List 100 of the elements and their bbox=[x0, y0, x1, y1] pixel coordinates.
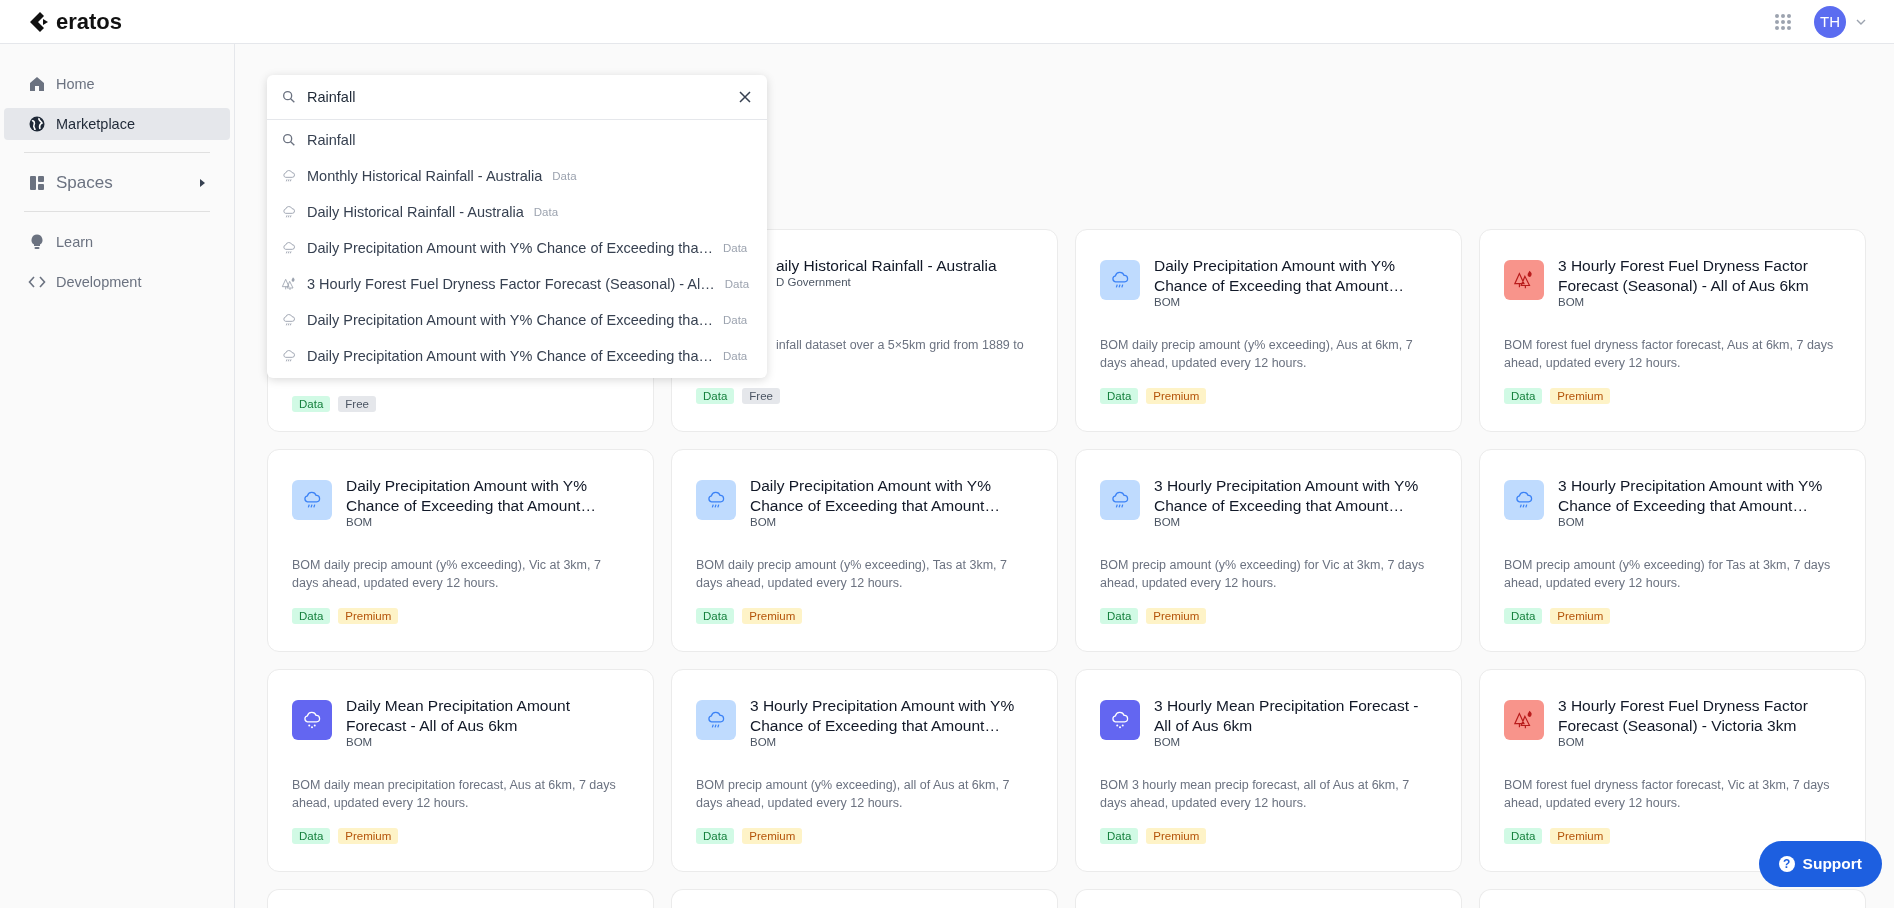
card-publisher: BOM bbox=[1154, 736, 1182, 748]
tag: Data bbox=[1100, 828, 1139, 844]
card-description: BOM forest fuel dryness factor forecast, Aus at 6km, 7 days ahead, updated every 12 hours. bbox=[1504, 337, 1835, 372]
cloud-rain-icon bbox=[281, 168, 297, 184]
sidebar-item[interactable]: Marketplace bbox=[4, 108, 230, 140]
card-description: BOM forest fuel dryness factor forecast, Vic at 3km, 7 days ahead, updated every 12 hours. bbox=[1504, 777, 1831, 812]
clear-button[interactable] bbox=[737, 89, 753, 105]
support-button[interactable]: ? Support bbox=[1758, 841, 1882, 887]
lightbulb-icon bbox=[28, 233, 46, 251]
dataset-card[interactable]: 3 Hourly Mean Precipitation Forecast - All of Aus 6km BOM BOM 3 hourly mean precip forecast, all of Aus at 6km, 7 days ahead, updated every 12 hours. Data Premium bbox=[1075, 669, 1462, 872]
card-description: BOM daily precip amount (y% exceeding), Tas at 3km, 7 days ahead, updated every 12 hours. bbox=[696, 557, 1009, 592]
tag: Data bbox=[292, 608, 331, 624]
sidebar-item[interactable]: Learn bbox=[4, 226, 230, 258]
card-title: Daily Mean Precipitation Amount Forecast - All of Aus 6km bbox=[346, 696, 571, 736]
result-type-label: Data bbox=[533, 206, 559, 218]
result-type-label: Data bbox=[722, 314, 748, 326]
card-publisher: BOM bbox=[346, 516, 374, 528]
result-type-label: Data bbox=[722, 350, 748, 362]
chevron-down-icon[interactable] bbox=[1856, 18, 1866, 25]
apps-grid-icon[interactable] bbox=[1774, 12, 1792, 31]
logo-text: eratos bbox=[56, 8, 123, 35]
card-description: BOM precip amount (y% exceeding) for Vic at 3km, 7 days ahead, updated every 12 hours. bbox=[1100, 557, 1426, 592]
card-title: 3 Hourly Mean Precipitation Forecast - All of Aus 6km bbox=[1154, 696, 1420, 736]
card-title: 3 Hourly Precipitation Amount with Y% Chance of Exceeding that Amount… bbox=[1154, 476, 1420, 516]
tag: Premium bbox=[1550, 828, 1611, 844]
search-field[interactable]: Rainfall bbox=[307, 89, 727, 105]
result-type-label: Data bbox=[724, 278, 750, 290]
tag: Data bbox=[696, 608, 735, 624]
card-publisher: D Government bbox=[776, 276, 852, 288]
tag: Premium bbox=[338, 608, 399, 624]
result-type-label: Data bbox=[552, 170, 577, 182]
tag: Data bbox=[696, 828, 735, 844]
dataset-card[interactable]: Daily Precipitation Amount with Y% Chance of Exceeding that Amount… BOM BOM daily precip amount (y% exceeding), Vic at 3km, 7 days ahead, updated every 12 hours. Data Premium bbox=[267, 449, 654, 652]
tag: Data bbox=[1504, 828, 1543, 844]
tag: Data bbox=[292, 396, 331, 412]
search-icon bbox=[281, 89, 297, 105]
dataset-card[interactable]: Daily Mean Precipitation Amount Forecast - All of Aus 6km BOM BOM daily mean precipitation forecast, Aus at 6km, 7 days ahead, updated every 12 hours. Data Premium bbox=[267, 669, 654, 872]
card-title: 3 Hourly Precipitation Amount with Y% Chance of Exceeding that Amount… bbox=[1558, 476, 1824, 516]
card-description: BOM precip amount (y% exceeding), all of Aus at 6km, 7 days ahead, updated every 12 hours. bbox=[696, 777, 1011, 812]
dataset-card[interactable]: Daily Precipitation Amount with Y% Chance of Exceeding that Amount… BOM BOM daily precip amount (y% exceeding), Tas at 3km, 7 days ahead, updated every 12 hours. Data Premium bbox=[671, 449, 1058, 652]
search-result[interactable]: Monthly Historical Rainfall - Australia Data bbox=[267, 158, 767, 194]
tag: Data bbox=[696, 388, 735, 404]
cloud-snow-icon bbox=[301, 709, 323, 731]
card-description: BOM 3 hourly mean precip forecast, all of Aus at 6km, 7 days ahead, updated every 12 hours. bbox=[1100, 777, 1411, 812]
dataset-card[interactable]: 3 Hourly Precipitation Amount with Y% Chance of Exceeding that Amount… BOM BOM precip amount (y% exceeding), all of Aus at 6km, 7 days ahead, updated every 12 hours. Data Premium bbox=[671, 669, 1058, 872]
card-publisher: BOM bbox=[1558, 736, 1586, 748]
dataset-card[interactable]: 3 Hourly Precipitation Amount with Y% Chance of Exceeding that Amount… BOM BOM precip amount (y% exceeding) for Vic at 3km, 7 days ahead, updated every 12 hours. Data Premium bbox=[1075, 449, 1462, 652]
dashboard-icon bbox=[28, 174, 46, 192]
card-publisher: BOM bbox=[1154, 296, 1182, 308]
cloud-rain-icon bbox=[281, 240, 297, 256]
card-title: 3 Hourly Forest Fuel Dryness Factor Forecast (Seasonal) - Victoria 3km bbox=[1558, 696, 1809, 736]
card-description: infall dataset over a 5×5km grid from 1889 to bbox=[776, 337, 1025, 354]
tag: Free bbox=[338, 396, 376, 412]
result-title: Daily Historical Rainfall - Australia bbox=[307, 204, 524, 220]
card-description: BOM daily mean precipitation forecast, Aus at 6km, 7 days ahead, updated every 12 hours. bbox=[292, 777, 617, 812]
sidebar-item[interactable]: Home bbox=[4, 68, 230, 100]
tag: Premium bbox=[1146, 608, 1207, 624]
cloud-snow-icon bbox=[1109, 709, 1131, 731]
cloud-rain-icon bbox=[281, 348, 297, 364]
logo-icon bbox=[28, 10, 50, 33]
dataset-card[interactable]: 3 Hourly Precipitation Amount with Y% Chance of Exceeding that Amount… BOM BOM precip amount (y% exceeding) for Tas at 3km, 7 days ahead, updated every 12 hours. Data Premium bbox=[1479, 449, 1866, 652]
tag: Premium bbox=[742, 828, 803, 844]
dataset-card[interactable]: 3 Hourly Forest Fuel Dryness Factor Forecast (Seasonal) - All of Aus 6km BOM BOM forest fuel dryness factor forecast, Aus at 6km, 7 days ahead, updated every 12 hours. Data Premium bbox=[1479, 229, 1866, 432]
card-publisher: BOM bbox=[1154, 516, 1182, 528]
card-title: Daily Precipitation Amount with Y% Chance of Exceeding that Amount… bbox=[1154, 256, 1405, 296]
close-icon bbox=[739, 91, 751, 103]
tag: Premium bbox=[1550, 608, 1611, 624]
card-publisher: BOM bbox=[750, 516, 778, 528]
card-publisher: BOM bbox=[750, 736, 778, 748]
dataset-card[interactable]: Daily Precipitation Amount with Y% Chance of Exceeding that Amount… BOM BOM daily precip amount (y% exceeding), Aus at 6km, 7 days ahead, updated every 12 hours. Data Premium bbox=[1075, 229, 1462, 432]
tag: Free bbox=[742, 388, 780, 404]
sidebar-item[interactable]: Spaces bbox=[4, 167, 230, 199]
search-result[interactable]: Rainfall bbox=[267, 122, 767, 158]
caret-right-icon bbox=[198, 179, 206, 187]
tag: Data bbox=[1504, 608, 1543, 624]
tag: Premium bbox=[1146, 388, 1207, 404]
home-icon bbox=[28, 75, 46, 93]
tag: Data bbox=[1504, 388, 1543, 404]
result-title: Monthly Historical Rainfall - Australia bbox=[307, 168, 543, 184]
card-title: 3 Hourly Precipitation Amount with Y% Chance of Exceeding that Amount… bbox=[750, 696, 1016, 736]
card-description: BOM daily precip amount (y% exceeding), Aus at 6km, 7 days ahead, updated every 12 hours. bbox=[1100, 337, 1414, 372]
card-publisher: BOM bbox=[1558, 296, 1586, 308]
tag: Data bbox=[1100, 608, 1139, 624]
cloud-rain-icon bbox=[281, 312, 297, 328]
card-publisher: BOM bbox=[346, 736, 374, 748]
card-description: BOM daily precip amount (y% exceeding), Vic at 3km, 7 days ahead, updated every 12 hours. bbox=[292, 557, 602, 592]
card-title: Daily Precipitation Amount with Y% Chance of Exceeding that Amount… bbox=[346, 476, 597, 516]
globe-icon bbox=[28, 115, 46, 133]
search-result[interactable]: Daily Historical Rainfall - Australia Data bbox=[267, 194, 767, 230]
card-description: BOM precip amount (y% exceeding) for Tas at 3km, 7 days ahead, updated every 12 hours. bbox=[1504, 557, 1832, 592]
tag: Premium bbox=[742, 608, 803, 624]
cloud-rain-icon bbox=[281, 204, 297, 220]
tag: Premium bbox=[1146, 828, 1207, 844]
card-title: 3 Hourly Forest Fuel Dryness Factor Forecast (Seasonal) - All of Aus 6km bbox=[1558, 256, 1810, 296]
sidebar-item[interactable]: Development bbox=[4, 266, 230, 298]
search-icon bbox=[281, 132, 297, 148]
tag: Data bbox=[292, 828, 331, 844]
help-icon: ? bbox=[1778, 856, 1795, 872]
tag: Premium bbox=[338, 828, 399, 844]
user-avatar[interactable]: TH bbox=[1814, 5, 1846, 38]
